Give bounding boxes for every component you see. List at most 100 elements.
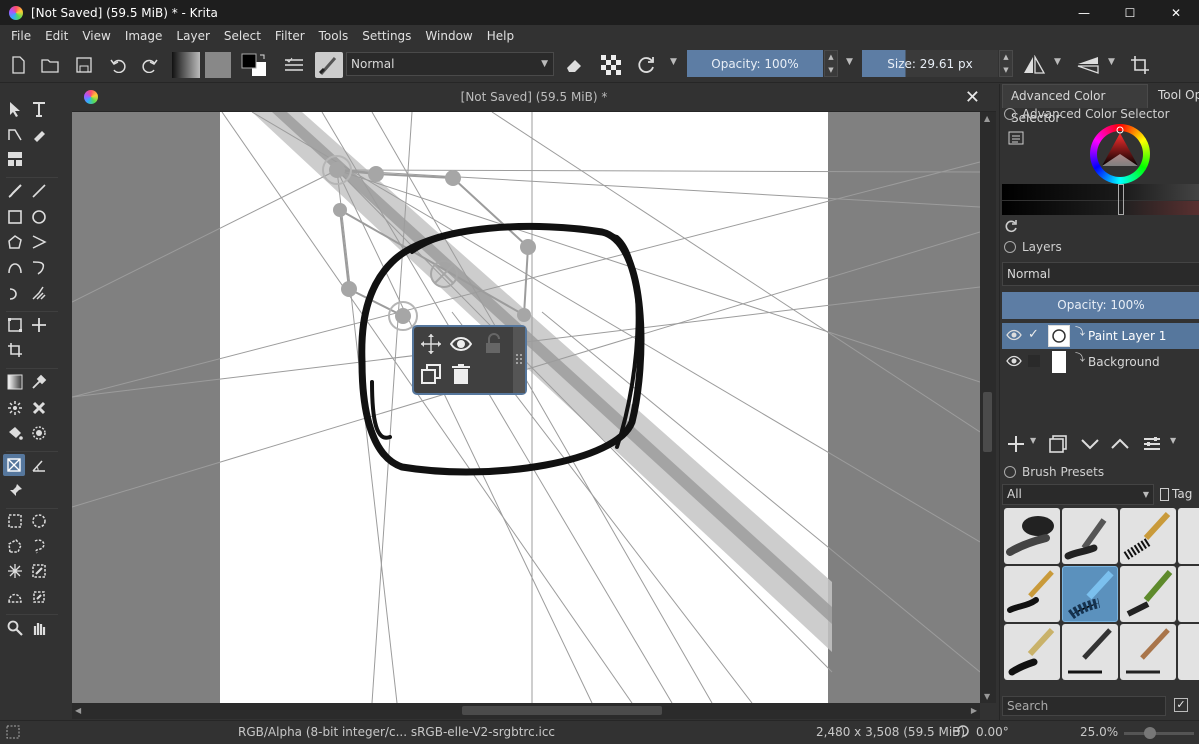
refresh-colors-icon[interactable] bbox=[1004, 219, 1018, 233]
move-tool-icon[interactable] bbox=[28, 314, 50, 336]
color-picker-tool-icon[interactable] bbox=[28, 371, 50, 393]
duplicate-layer-icon[interactable] bbox=[1048, 434, 1068, 457]
close-window-button[interactable]: ✕ bbox=[1153, 0, 1199, 25]
mirror-horizontal-icon[interactable] bbox=[1020, 52, 1048, 78]
move-layer-up-icon[interactable] bbox=[1110, 434, 1130, 457]
save-icon[interactable] bbox=[72, 52, 96, 78]
new-document-icon[interactable] bbox=[6, 52, 30, 78]
menu-select[interactable]: Select bbox=[217, 25, 268, 47]
line-tool-icon[interactable] bbox=[28, 180, 50, 202]
scroll-down-icon[interactable]: ▼ bbox=[984, 692, 990, 701]
redo-icon[interactable] bbox=[138, 52, 162, 78]
undo-icon[interactable] bbox=[106, 52, 130, 78]
bezier-curve-tool-icon[interactable] bbox=[4, 256, 26, 278]
brush-preset[interactable] bbox=[1004, 508, 1060, 564]
vertical-scrollbar[interactable]: ▲ ▼ bbox=[980, 112, 996, 703]
scroll-left-icon[interactable]: ◀ bbox=[75, 706, 81, 715]
layer-visibility-eye-icon[interactable] bbox=[1006, 354, 1022, 371]
dock-lock-icon[interactable] bbox=[1004, 108, 1016, 120]
text-tool-icon[interactable] bbox=[28, 98, 50, 120]
layer-checkbox-checked[interactable]: ✓ bbox=[1028, 327, 1039, 342]
layer-row-background[interactable]: ⤵ Background bbox=[1002, 349, 1199, 375]
menu-filter[interactable]: Filter bbox=[268, 25, 312, 47]
brush-preset[interactable] bbox=[1120, 566, 1176, 622]
mirror-vertical-icon[interactable] bbox=[1074, 52, 1102, 78]
brush-preset[interactable] bbox=[1004, 624, 1060, 680]
brush-presets-lock-icon[interactable] bbox=[1004, 466, 1016, 478]
layer-row-paint-layer-1[interactable]: ✓ ⤵ Paint Layer 1 bbox=[1002, 323, 1199, 349]
tab-tool-options[interactable]: Tool Opt bbox=[1150, 84, 1199, 108]
smart-patch-tool-icon[interactable] bbox=[28, 397, 50, 419]
preset-dropdown-icon[interactable]: ▼ bbox=[670, 57, 677, 67]
brush-preset[interactable] bbox=[1062, 624, 1118, 680]
mirror-v-dropdown-icon[interactable]: ▼ bbox=[1108, 57, 1115, 67]
shade-selector-strip[interactable] bbox=[1002, 184, 1199, 200]
vertical-scroll-thumb[interactable] bbox=[983, 392, 992, 452]
color-selector-settings-icon[interactable] bbox=[1008, 131, 1024, 145]
opacity-slider[interactable]: Opacity: 100% bbox=[687, 50, 823, 77]
measure-tool-icon[interactable] bbox=[28, 454, 50, 476]
zoom-slider[interactable] bbox=[1124, 727, 1194, 739]
document-tab[interactable]: [Not Saved] (59.5 MiB) * ✕ bbox=[72, 84, 996, 112]
blend-mode-select[interactable]: Normal ▼ bbox=[346, 52, 554, 76]
move-arrows-icon[interactable] bbox=[420, 333, 442, 355]
assistant-tool-icon[interactable] bbox=[3, 454, 25, 476]
bezier-selection-tool-icon[interactable] bbox=[4, 586, 26, 608]
polyline-tool-icon[interactable] bbox=[28, 231, 50, 253]
freehand-brush-tool-icon[interactable] bbox=[4, 180, 26, 202]
canvas-viewport[interactable] bbox=[72, 112, 980, 703]
size-spinner[interactable]: ▲ ▼ bbox=[999, 50, 1013, 77]
color-wheel[interactable] bbox=[1090, 124, 1150, 184]
contiguous-selection-tool-icon[interactable] bbox=[4, 560, 26, 582]
add-layer-dropdown-icon[interactable]: ▼ bbox=[1030, 436, 1036, 445]
opacity-dropdown-icon[interactable]: ▼ bbox=[846, 57, 853, 67]
polygonal-selection-tool-icon[interactable] bbox=[4, 535, 26, 557]
elliptical-selection-tool-icon[interactable] bbox=[28, 510, 50, 532]
layer-visibility-eye-icon[interactable] bbox=[1006, 328, 1022, 345]
brush-preset[interactable] bbox=[1004, 566, 1060, 622]
opacity-spinner[interactable]: ▲ ▼ bbox=[824, 50, 838, 77]
brush-preset-selected[interactable] bbox=[1062, 566, 1118, 622]
layer-properties-icon[interactable] bbox=[1142, 434, 1162, 457]
brush-preset[interactable] bbox=[1178, 624, 1199, 680]
menu-tools[interactable]: Tools bbox=[312, 25, 356, 47]
brush-preset[interactable] bbox=[1178, 508, 1199, 564]
calligraphy-tool-icon[interactable] bbox=[28, 123, 50, 145]
brush-preset[interactable] bbox=[1120, 624, 1176, 680]
zoom-tool-icon[interactable] bbox=[4, 617, 26, 639]
maximize-button[interactable]: ☐ bbox=[1107, 0, 1153, 25]
menu-view[interactable]: View bbox=[75, 25, 117, 47]
gradient-swatch-icon[interactable] bbox=[172, 52, 200, 78]
mirror-h-dropdown-icon[interactable]: ▼ bbox=[1054, 57, 1061, 67]
polygon-tool-icon[interactable] bbox=[4, 231, 26, 253]
canvas-drawing[interactable] bbox=[72, 112, 980, 703]
scroll-up-icon[interactable]: ▲ bbox=[984, 114, 990, 123]
rotation-icon[interactable] bbox=[952, 724, 970, 741]
layer-checkbox[interactable] bbox=[1028, 355, 1040, 367]
ellipse-tool-icon[interactable] bbox=[28, 206, 50, 228]
zoom-value[interactable]: 25.0% bbox=[1080, 725, 1118, 739]
select-shapes-tool-icon[interactable] bbox=[4, 98, 26, 120]
layers-lock-icon[interactable] bbox=[1004, 241, 1016, 253]
crop-tool-icon[interactable] bbox=[4, 339, 26, 361]
tab-advanced-color-selector[interactable]: Advanced Color Selector bbox=[1002, 84, 1148, 125]
menu-image[interactable]: Image bbox=[118, 25, 170, 47]
minimize-button[interactable]: — bbox=[1061, 0, 1107, 25]
foreground-background-color-icon[interactable] bbox=[240, 52, 270, 78]
shade-selector-strip-2[interactable] bbox=[1002, 201, 1199, 215]
wrap-around-icon[interactable] bbox=[1128, 52, 1152, 78]
brush-preset[interactable] bbox=[1178, 566, 1199, 622]
size-slider[interactable]: Size: 29.61 px bbox=[862, 50, 998, 77]
visibility-eye-icon[interactable] bbox=[449, 333, 473, 355]
menu-window[interactable]: Window bbox=[418, 25, 479, 47]
eraser-icon[interactable] bbox=[563, 52, 587, 78]
transform-tool-icon[interactable] bbox=[4, 314, 26, 336]
inherit-alpha-icon[interactable]: ⤵ bbox=[1075, 323, 1085, 338]
palette-drag-handle[interactable] bbox=[513, 327, 525, 393]
reference-images-tool-icon[interactable] bbox=[4, 148, 26, 170]
filter-checkbox[interactable]: ✓ bbox=[1174, 698, 1188, 712]
brush-tag-filter-select[interactable]: All ▼ bbox=[1002, 484, 1154, 505]
rectangular-selection-tool-icon[interactable] bbox=[4, 510, 26, 532]
edit-shapes-tool-icon[interactable] bbox=[4, 123, 26, 145]
brush-preset-icon[interactable] bbox=[315, 52, 343, 78]
